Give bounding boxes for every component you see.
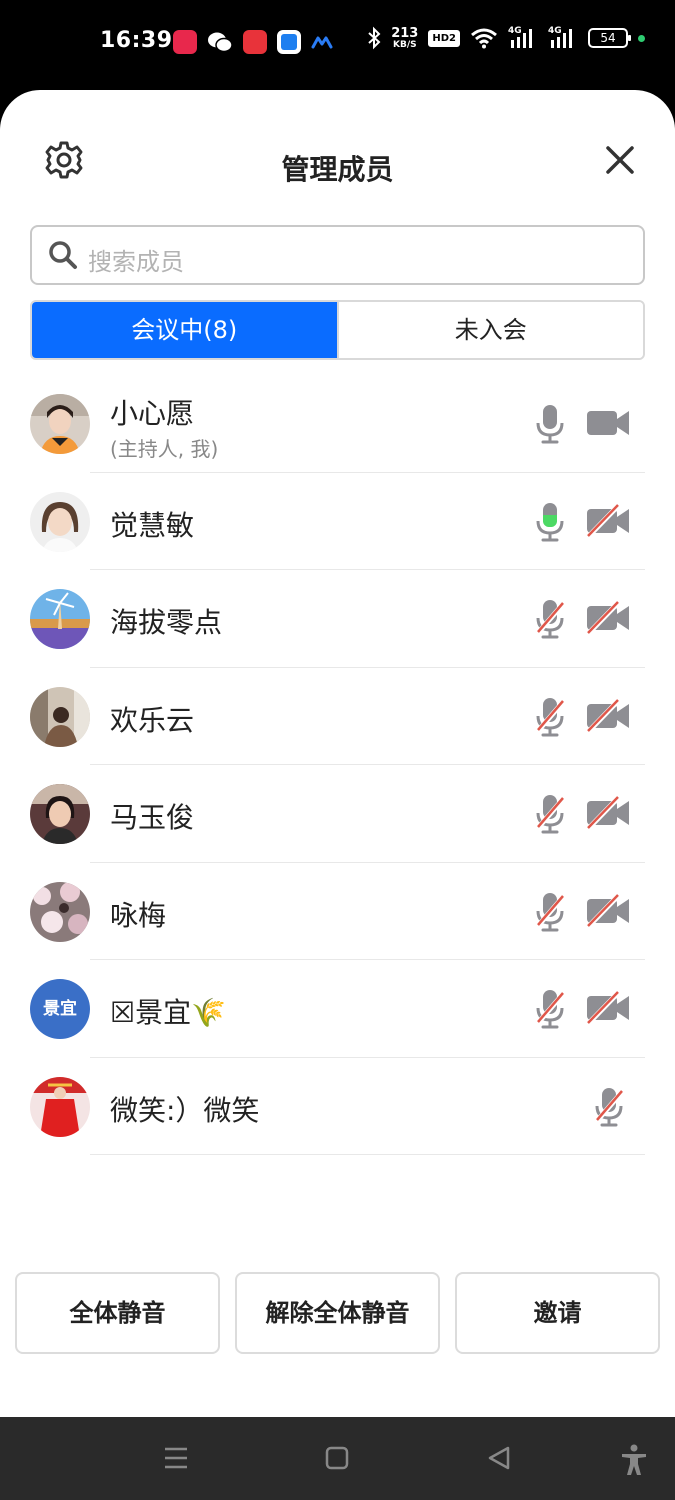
- camera-icon[interactable]: [585, 406, 631, 440]
- camera-off-icon[interactable]: [585, 893, 631, 928]
- invite-button[interactable]: 邀请: [455, 1272, 660, 1354]
- camera-off-icon[interactable]: [585, 698, 631, 733]
- member-name: 欢乐云: [110, 703, 195, 737]
- meeting-app-icon: [311, 36, 333, 49]
- avatar: [30, 784, 90, 844]
- app-icon-blue: [277, 30, 301, 54]
- net-speed: 213 KB/S: [391, 27, 418, 50]
- member-name: 微笑:）微笑: [110, 1093, 260, 1127]
- mic-off-icon[interactable]: [534, 891, 566, 933]
- avatar: [30, 881, 90, 942]
- net-speed-value: 213: [391, 25, 419, 41]
- avatar: [30, 491, 90, 552]
- member-name: 咏梅: [110, 898, 167, 932]
- mic-off-icon[interactable]: [534, 988, 566, 1030]
- member-role: (主持人, 我): [110, 437, 219, 461]
- member-name: 马玉俊: [110, 801, 195, 834]
- hd-badge: HD2: [428, 29, 460, 47]
- member-row[interactable]: 景宜 ☒景宜🌾: [0, 960, 675, 1058]
- manage-members-sheet: 管理成员 搜索成员 会议中(8) 未入会 小心愿 (主持人, 我) 觉慧敏 海拔…: [0, 90, 675, 1417]
- mute-all-button[interactable]: 全体静音: [15, 1272, 220, 1354]
- avatar: [30, 686, 90, 747]
- member-name: 觉慧敏: [110, 508, 195, 542]
- app-icon-qq: [173, 30, 197, 54]
- system-status: 213 KB/S HD2 4G 4G 54: [367, 26, 645, 50]
- member-row[interactable]: 觉慧敏: [0, 473, 675, 570]
- row-divider: [90, 1154, 645, 1155]
- member-row[interactable]: 微笑:）微笑: [0, 1058, 675, 1155]
- avatar: 景宜: [30, 979, 90, 1039]
- avatar: [30, 394, 90, 454]
- signal-icon: 4G: [508, 26, 538, 50]
- status-bar: 16:39 213 KB/S HD2 4G 4G 54: [0, 0, 675, 88]
- camera-off-icon[interactable]: [585, 601, 631, 635]
- back-icon[interactable]: [486, 1444, 512, 1472]
- member-name: ☒景宜🌾: [110, 996, 226, 1029]
- member-row[interactable]: 小心愿 (主持人, 我): [0, 375, 675, 473]
- camera-off-icon[interactable]: [585, 991, 631, 1025]
- member-name: 海拔零点: [110, 606, 223, 639]
- avatar: [30, 589, 90, 649]
- search-icon: [49, 241, 77, 269]
- camera-off-icon[interactable]: [585, 796, 631, 830]
- net-speed-unit: KB/S: [392, 39, 417, 50]
- camera-off-icon[interactable]: [585, 503, 631, 538]
- member-row[interactable]: 海拔零点: [0, 570, 675, 668]
- bluetooth-icon: [368, 26, 381, 50]
- status-time: 16:39: [100, 28, 173, 53]
- member-name: 小心愿: [110, 397, 195, 430]
- wechat-icon: [208, 32, 233, 53]
- system-nav-bar: [0, 1417, 675, 1500]
- mic-off-icon[interactable]: [593, 1086, 625, 1128]
- toutiao-icon: [243, 30, 267, 54]
- mic-speaking-icon[interactable]: [534, 501, 566, 543]
- privacy-dot: [638, 34, 645, 42]
- tab-not-joined[interactable]: 未入会: [336, 302, 643, 358]
- mic-off-icon[interactable]: [534, 598, 566, 640]
- avatar-initials: 景宜: [30, 979, 90, 1039]
- close-icon[interactable]: [603, 143, 637, 177]
- member-list: 小心愿 (主持人, 我) 觉慧敏 海拔零点 欢乐云 马玉俊 咏梅 景宜 ☒景宜🌾…: [0, 375, 675, 1155]
- mic-off-icon[interactable]: [534, 696, 566, 738]
- tab-in-meeting[interactable]: 会议中(8): [32, 302, 337, 358]
- page-title: 管理成员: [281, 153, 394, 186]
- avatar: [30, 1076, 90, 1137]
- home-icon[interactable]: [325, 1444, 349, 1472]
- mic-off-icon[interactable]: [534, 793, 566, 835]
- wifi-icon: [471, 28, 497, 49]
- member-row[interactable]: 咏梅: [0, 863, 675, 960]
- search-input[interactable]: 搜索成员: [30, 225, 645, 285]
- menu-icon[interactable]: [163, 1444, 189, 1472]
- signal-icon: 4G: [548, 26, 578, 50]
- unmute-all-button[interactable]: 解除全体静音: [235, 1272, 440, 1354]
- notification-icons: [173, 30, 333, 54]
- accessibility-icon[interactable]: [620, 1444, 648, 1476]
- mic-icon[interactable]: [534, 403, 566, 445]
- search-placeholder: 搜索成员: [88, 248, 184, 276]
- member-row[interactable]: 马玉俊: [0, 765, 675, 863]
- member-tabs: 会议中(8) 未入会: [30, 300, 645, 360]
- battery-icon: 54: [588, 28, 631, 48]
- member-row[interactable]: 欢乐云: [0, 668, 675, 765]
